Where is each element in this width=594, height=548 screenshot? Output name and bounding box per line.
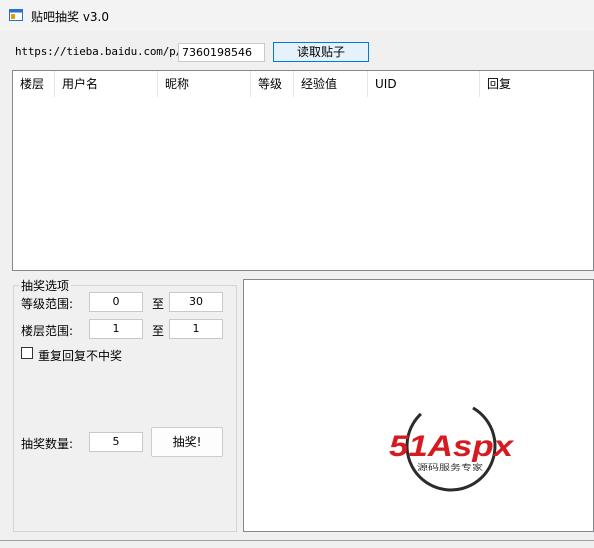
logo-text: 51Aspx: [389, 430, 514, 463]
draw-count-label: 抽奖数量:: [21, 437, 74, 451]
app-window-icon: [9, 9, 23, 21]
no-repeat-label[interactable]: 重复回复不中奖: [38, 347, 122, 364]
logo-51aspx: 51Aspx 源码服务专家: [389, 400, 514, 492]
reply-list-table[interactable]: 楼层 用户名 昵称 等级 经验值 UID 回复: [12, 70, 594, 271]
draw-button[interactable]: 抽奖!: [151, 427, 223, 457]
level-range-label: 等级范围:: [21, 297, 74, 311]
column-header-nickname[interactable]: 昵称: [158, 71, 251, 97]
logo-picture-box: 51Aspx 源码服务专家: [243, 279, 594, 532]
window-title: 贴吧抽奖 v3.0: [31, 10, 110, 24]
column-header-floor[interactable]: 楼层: [13, 71, 55, 97]
logo-tagline: 源码服务专家: [417, 462, 483, 472]
read-post-button[interactable]: 读取贴子: [273, 42, 369, 62]
level-to-separator: 至: [152, 297, 165, 311]
column-header-username[interactable]: 用户名: [55, 71, 158, 97]
column-header-exp[interactable]: 经验值: [294, 71, 368, 97]
draw-count-input[interactable]: 5: [89, 432, 143, 452]
floor-to-input[interactable]: 1: [169, 319, 223, 339]
draw-options-title: 抽奖选项: [19, 277, 72, 294]
level-to-input[interactable]: 30: [169, 292, 223, 312]
column-header-level[interactable]: 等级: [251, 71, 294, 97]
title-bar: 贴吧抽奖 v3.0: [0, 0, 594, 31]
level-from-input[interactable]: 0: [89, 292, 143, 312]
floor-to-separator: 至: [152, 324, 165, 338]
url-prefix-label: https://tieba.baidu.com/p/: [15, 45, 182, 58]
floor-from-input[interactable]: 1: [89, 319, 143, 339]
post-id-input[interactable]: 7360198546: [178, 43, 265, 62]
column-header-reply[interactable]: 回复: [480, 71, 593, 97]
column-header-uid[interactable]: UID: [368, 71, 480, 97]
no-repeat-checkbox[interactable]: [21, 347, 33, 359]
floor-range-label: 楼层范围:: [21, 324, 74, 338]
